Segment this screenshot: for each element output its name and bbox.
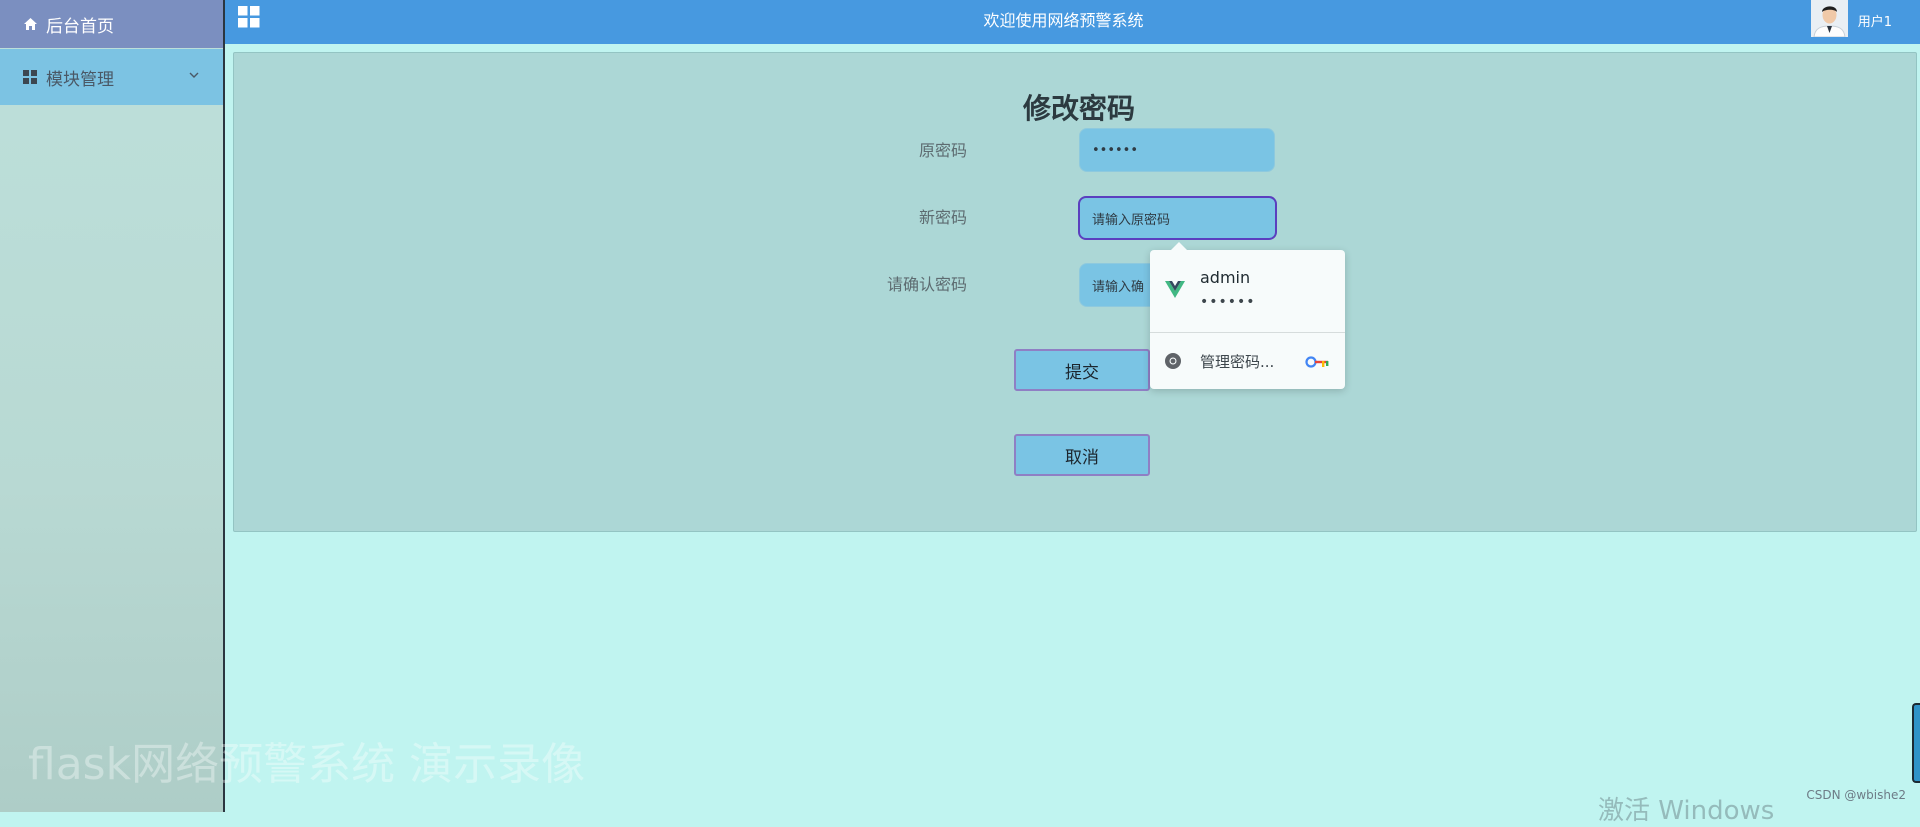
sidebar: 后台首页 模块管理 flask网络预警系统 演示录像 [0,0,585,812]
key-icon [1305,354,1331,368]
csdn-credit: CSDN @wbishe2 [1806,788,1906,802]
page-title: 修改密码 [1022,92,1135,125]
old-password-label: 原密码 [918,141,967,160]
new-password-label: 新密码 [918,208,967,227]
chrome-icon [1164,352,1182,370]
saved-password-mask: •••••• [1200,294,1256,310]
sidebar-item-modules[interactable]: 模块管理 [0,49,223,105]
old-password-input[interactable] [1079,128,1275,172]
sidebar-item-label: 后台首页 [46,16,114,37]
submit-button[interactable]: 提交 [1014,349,1150,391]
saved-username: admin [1200,268,1251,287]
sidebar-item-label: 模块管理 [46,69,114,90]
manage-passwords-item[interactable]: 管理密码... [1150,333,1345,389]
video-watermark: flask网络预警系统 演示录像 [28,739,586,790]
scrollbar-thumb[interactable] [1912,703,1920,783]
top-header: 欢迎使用网络预警系统 用户1 [225,0,1920,44]
home-icon [22,16,38,32]
grid-icon [22,69,38,85]
sidebar-item-home[interactable]: 后台首页 [0,0,223,48]
activate-windows-watermark: 激活 Windows [1598,796,1775,826]
manage-passwords-label: 管理密码... [1200,353,1275,371]
confirm-password-label: 请确认密码 [886,275,967,294]
chevron-down-icon [187,67,201,81]
avatar[interactable] [1811,0,1848,37]
cancel-button[interactable]: 取消 [1014,434,1150,476]
password-autofill-popup: admin •••••• 管理密码... [1150,242,1345,389]
header-title: 欢迎使用网络预警系统 [983,11,1144,30]
username[interactable]: 用户1 [1858,11,1892,30]
new-password-input[interactable] [1078,196,1277,240]
saved-credential-item[interactable]: admin •••••• [1150,250,1345,332]
vue-logo-icon [1164,278,1186,300]
change-password-card: 修改密码 原密码 新密码 请确认密码 提交 取消 [233,52,1917,532]
